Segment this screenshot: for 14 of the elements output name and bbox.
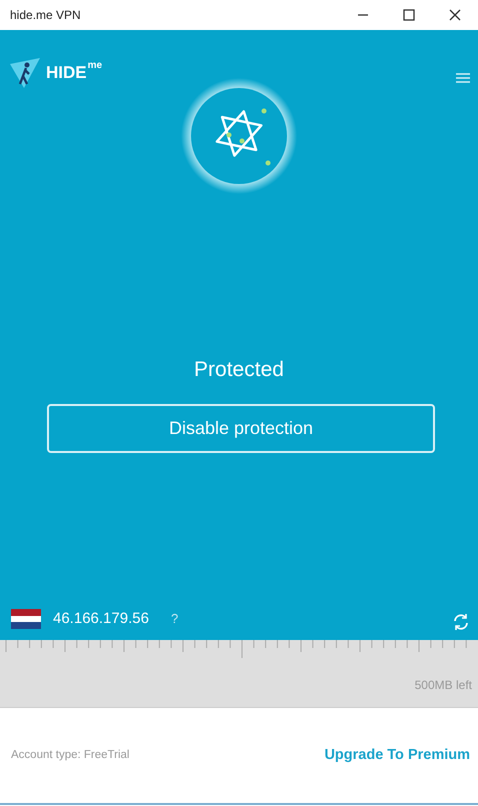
upgrade-link[interactable]: Upgrade To Premium	[324, 744, 470, 766]
account-type: Account type: FreeTrial	[11, 748, 130, 763]
logo-suffix: me	[88, 59, 102, 73]
maximize-icon	[403, 9, 415, 21]
disable-protection-button[interactable]: Disable protection	[47, 404, 435, 452]
status-text: Protected	[193, 357, 285, 383]
walking-figure-icon	[10, 58, 42, 88]
logo-text: HIDE	[46, 62, 87, 84]
flag-icon	[11, 608, 41, 629]
help-link[interactable]: ?	[170, 609, 178, 628]
data-remaining: 500MB left	[414, 677, 472, 694]
close-icon	[449, 9, 461, 21]
ip-address: 46.166.179.56	[53, 608, 149, 628]
window-title: hide.me VPN	[10, 7, 82, 24]
